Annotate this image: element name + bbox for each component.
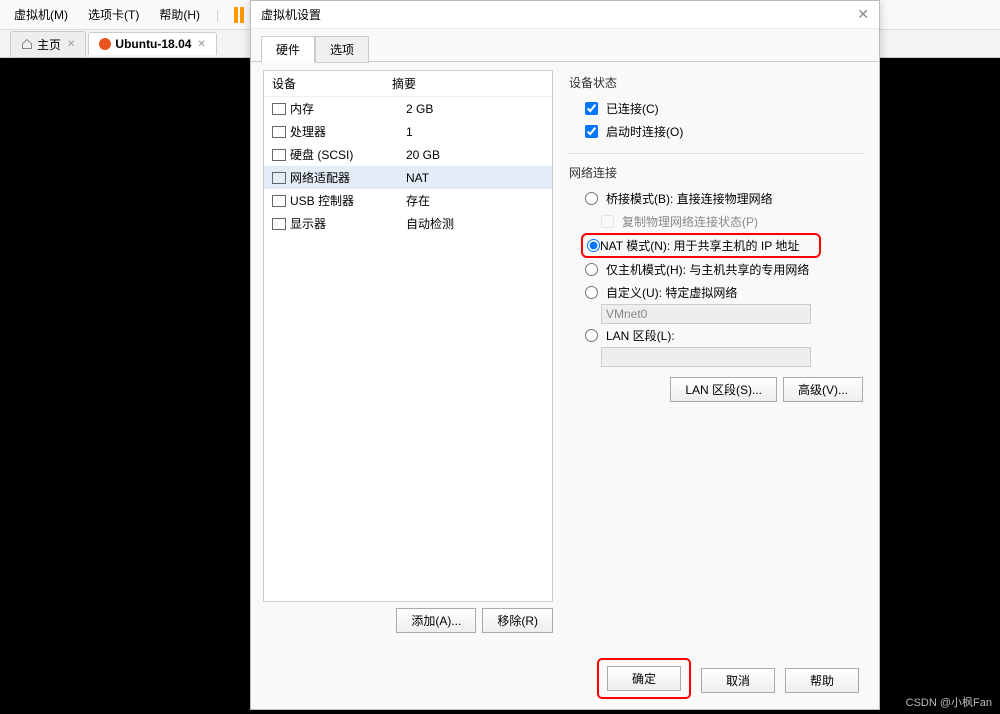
help-button[interactable]: 帮助 — [785, 668, 859, 693]
checkbox-replicate-input — [601, 215, 614, 228]
radio-host-only[interactable]: 仅主机模式(H): 与主机共享的专用网络 — [569, 258, 863, 281]
settings-detail-panel: 设备状态 已连接(C) 启动时连接(O) 网络连接 桥接模式(B): 直接连接物… — [565, 70, 867, 633]
add-button[interactable]: 添加(A)... — [396, 608, 476, 633]
col-summary: 摘要 — [392, 75, 416, 92]
tab-options[interactable]: 选项 — [315, 36, 369, 63]
pause-icon[interactable] — [233, 7, 245, 23]
checkbox-replicate: 复制物理网络连接状态(P) — [569, 210, 863, 233]
display-icon — [272, 218, 286, 230]
radio-lan-segment[interactable]: LAN 区段(L): — [569, 324, 863, 347]
nat-highlight: NAT 模式(N): 用于共享主机的 IP 地址 — [581, 233, 821, 258]
device-row-disk[interactable]: 硬盘 (SCSI) 20 GB — [264, 143, 552, 166]
disk-icon — [272, 149, 286, 161]
home-icon — [21, 38, 33, 50]
radio-custom[interactable]: 自定义(U): 特定虚拟网络 — [569, 281, 863, 304]
radio-bridged-input[interactable] — [585, 192, 598, 205]
vm-settings-dialog: 虚拟机设置 ✕ 硬件 选项 设备 摘要 内存 2 GB 处理器 — [250, 0, 880, 710]
menu-vm[interactable]: 虚拟机(M) — [4, 2, 78, 27]
dialog-titlebar: 虚拟机设置 ✕ — [251, 1, 879, 29]
checkbox-connect-power[interactable]: 启动时连接(O) — [569, 120, 863, 143]
menu-help[interactable]: 帮助(H) — [149, 2, 210, 27]
close-icon[interactable]: ✕ — [67, 39, 75, 50]
device-list: 设备 摘要 内存 2 GB 处理器 1 硬盘 (SCSI) 20 GB — [263, 70, 553, 602]
device-row-processor[interactable]: 处理器 1 — [264, 120, 552, 143]
cancel-button[interactable]: 取消 — [701, 668, 775, 693]
lan-segment-select — [601, 347, 811, 367]
radio-nat-input[interactable] — [587, 239, 600, 252]
advanced-button[interactable]: 高级(V)... — [783, 377, 863, 402]
device-row-usb[interactable]: USB 控制器 存在 — [264, 189, 552, 212]
memory-icon — [272, 103, 286, 115]
device-status-title: 设备状态 — [569, 74, 863, 91]
cpu-icon — [272, 126, 286, 138]
device-panel: 设备 摘要 内存 2 GB 处理器 1 硬盘 (SCSI) 20 GB — [263, 70, 553, 633]
network-icon — [272, 172, 286, 184]
remove-button[interactable]: 移除(R) — [482, 608, 553, 633]
device-row-display[interactable]: 显示器 自动检测 — [264, 212, 552, 235]
col-device: 设备 — [272, 75, 392, 92]
radio-lan-input[interactable] — [585, 329, 598, 342]
radio-nat-label: NAT 模式(N): 用于共享主机的 IP 地址 — [600, 237, 799, 254]
tab-home[interactable]: 主页 ✕ — [10, 31, 86, 57]
radio-custom-input[interactable] — [585, 286, 598, 299]
tab-hardware[interactable]: 硬件 — [261, 36, 315, 63]
checkbox-connected[interactable]: 已连接(C) — [569, 97, 863, 120]
vmnet-select: VMnet0 — [601, 304, 811, 324]
tab-ubuntu-label: Ubuntu-18.04 — [115, 37, 191, 51]
dialog-title-text: 虚拟机设置 — [261, 6, 321, 23]
ok-highlight: 确定 — [597, 658, 691, 699]
device-list-header: 设备 摘要 — [264, 71, 552, 97]
usb-icon — [272, 195, 286, 207]
menu-tabs[interactable]: 选项卡(T) — [78, 2, 149, 27]
ubuntu-icon — [99, 38, 111, 50]
close-icon[interactable]: ✕ — [857, 6, 869, 23]
tab-ubuntu[interactable]: Ubuntu-18.04 ✕ — [88, 32, 216, 55]
ok-button[interactable]: 确定 — [607, 666, 681, 691]
dialog-tabs: 硬件 选项 — [251, 29, 879, 62]
net-conn-title: 网络连接 — [569, 164, 863, 181]
radio-bridged[interactable]: 桥接模式(B): 直接连接物理网络 — [569, 187, 863, 210]
checkbox-connected-input[interactable] — [585, 102, 598, 115]
close-icon[interactable]: ✕ — [197, 39, 205, 50]
tab-home-label: 主页 — [37, 36, 61, 53]
device-row-memory[interactable]: 内存 2 GB — [264, 97, 552, 120]
lan-segments-button[interactable]: LAN 区段(S)... — [670, 377, 777, 402]
device-row-network[interactable]: 网络适配器 NAT — [264, 166, 552, 189]
checkbox-connect-power-input[interactable] — [585, 125, 598, 138]
dialog-footer: 确定 取消 帮助 — [597, 660, 859, 701]
radio-host-only-input[interactable] — [585, 263, 598, 276]
watermark: CSDN @小枫Fan — [906, 694, 992, 710]
